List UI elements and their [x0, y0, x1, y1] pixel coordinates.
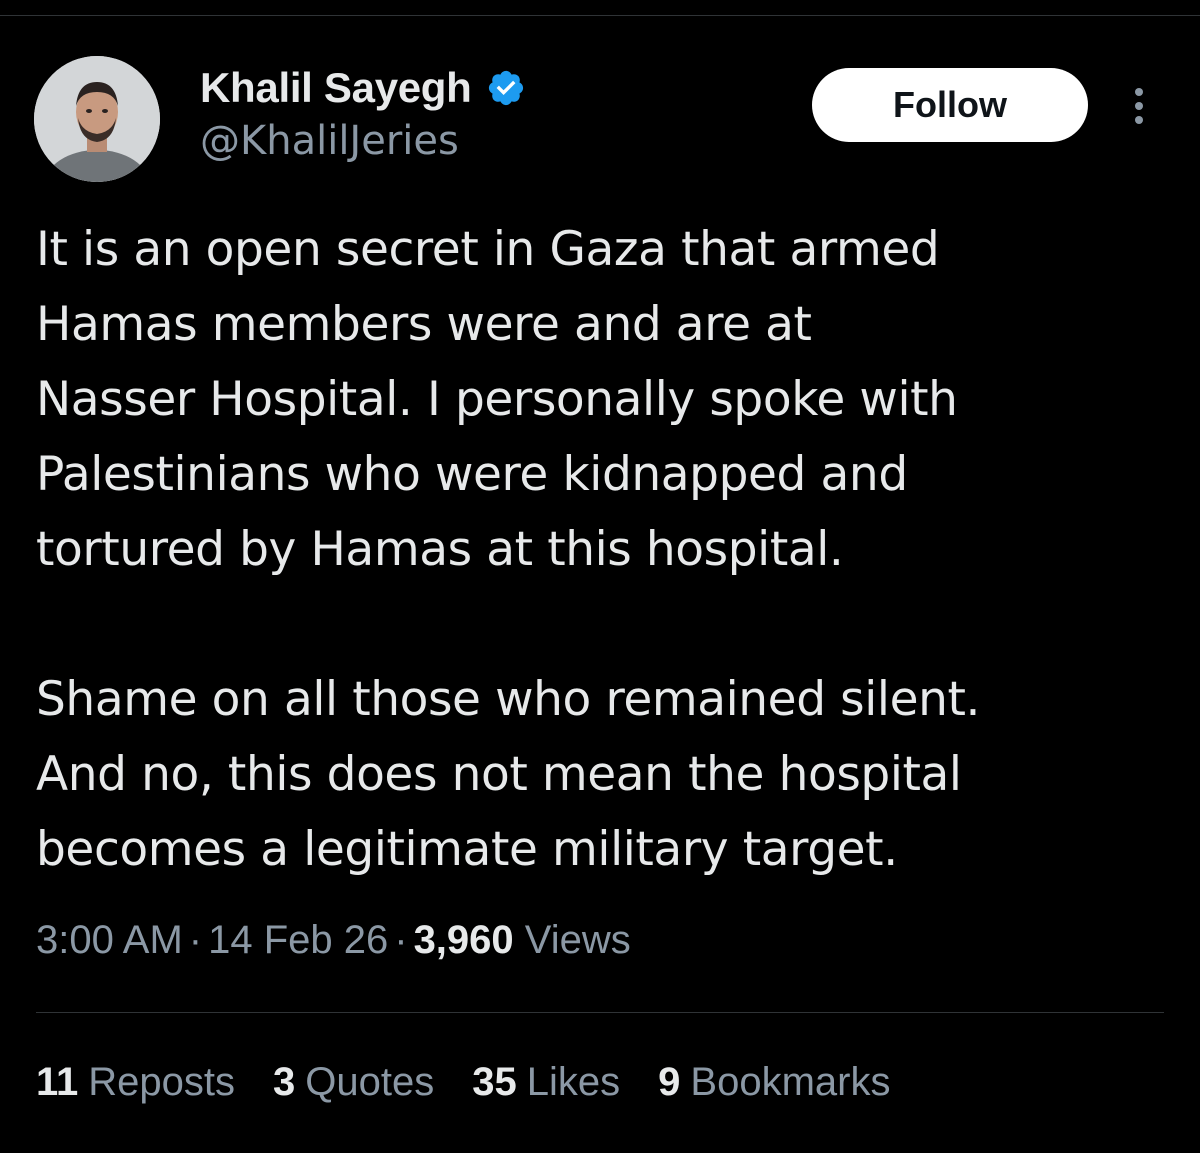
stat-count: 35: [472, 1060, 517, 1104]
stat-quotes[interactable]: 3 Quotes: [273, 1060, 434, 1105]
verified-badge-icon: [488, 70, 523, 106]
avatar[interactable]: [34, 56, 160, 182]
top-divider: [0, 15, 1200, 16]
tweet-paragraph: Shame on all those who remained silent. …: [36, 672, 981, 877]
stat-label: Reposts: [88, 1060, 236, 1104]
stat-likes[interactable]: 35 Likes: [472, 1060, 620, 1105]
meta-separator: ·: [394, 918, 408, 962]
engagement-stats: 11 Reposts 3 Quotes 35 Likes 9 Bookmarks: [36, 1060, 928, 1105]
stat-label: Quotes: [305, 1060, 435, 1104]
stat-count: 3: [273, 1060, 296, 1104]
stat-reposts[interactable]: 11 Reposts: [36, 1060, 235, 1105]
meta-separator: ·: [188, 918, 203, 962]
follow-button[interactable]: Follow: [812, 68, 1088, 142]
author-display-name[interactable]: Khalil Sayegh: [200, 64, 472, 112]
stats-divider: [36, 1012, 1164, 1013]
tweet-meta: 3:00 AM · 14 Feb 26 · 3,960 Views: [36, 918, 631, 963]
tweet-date[interactable]: 14 Feb 26: [208, 918, 388, 962]
stat-count: 11: [36, 1060, 79, 1104]
tweet-paragraph: It is an open secret in Gaza that armed …: [36, 222, 958, 577]
author-handle[interactable]: @KhalilJeries: [200, 118, 459, 164]
stat-label: Bookmarks: [690, 1060, 891, 1104]
stat-bookmarks[interactable]: 9 Bookmarks: [658, 1060, 890, 1105]
more-horizontal-icon[interactable]: [1124, 84, 1154, 128]
stat-label: Likes: [526, 1060, 621, 1104]
views-label: Views: [524, 918, 631, 962]
tweet-time[interactable]: 3:00 AM: [36, 918, 183, 962]
tweet-text: It is an open secret in Gaza that armed …: [36, 212, 1176, 887]
views-count: 3,960: [413, 918, 514, 962]
avatar-image: [34, 56, 160, 182]
stat-count: 9: [658, 1060, 681, 1104]
author-name-row[interactable]: Khalil Sayegh: [200, 60, 526, 116]
